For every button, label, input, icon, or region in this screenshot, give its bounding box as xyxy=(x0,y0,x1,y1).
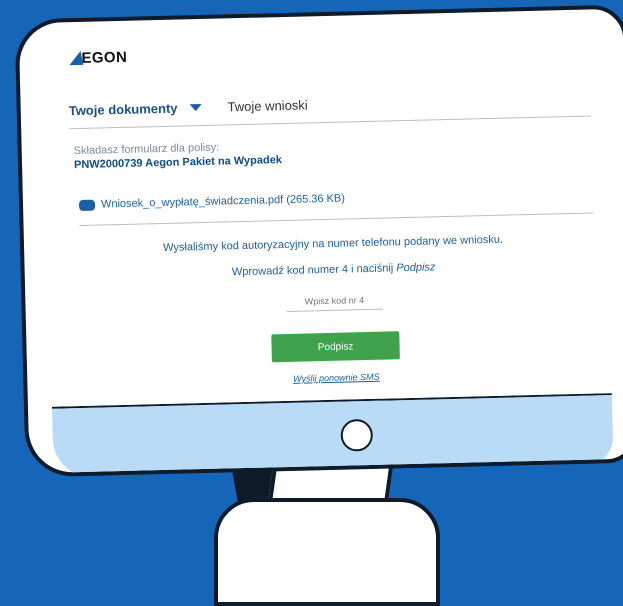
logo-text: EGON xyxy=(81,48,128,67)
paperclip-icon xyxy=(78,199,96,211)
monitor-stand-base xyxy=(214,498,440,606)
code-input[interactable] xyxy=(286,290,383,312)
attachment-link-row[interactable]: Wniosek_o_wypłatę_świadczenia.pdf (265.3… xyxy=(78,182,594,227)
power-button-icon xyxy=(340,418,374,452)
signing-form: EGON Twoje dokumenty Twoje wnioski Skład… xyxy=(67,34,597,390)
resend-sms-link[interactable]: Wyślij ponownie SMS xyxy=(75,366,597,389)
chevron-down-icon xyxy=(189,103,202,111)
instruction-text: Wprowadź kod numer 4 i naciśnij xyxy=(231,262,394,279)
monitor-chin xyxy=(51,393,614,478)
monitor-illustration: EGON Twoje dokumenty Twoje wnioski Skład… xyxy=(0,0,623,606)
tab-label: Twoje dokumenty xyxy=(68,100,178,118)
policy-info: Składasz formularz dla polisy: PNW200073… xyxy=(74,132,592,172)
aegon-logo: EGON xyxy=(69,34,589,71)
document-tabs: Twoje dokumenty Twoje wnioski xyxy=(68,85,592,130)
sign-button[interactable]: Podpisz xyxy=(271,331,400,363)
monitor-frame: EGON Twoje dokumenty Twoje wnioski Skład… xyxy=(14,4,623,478)
sms-message: Wysłaliśmy kod autoryzacyjny na numer te… xyxy=(163,233,504,254)
tab-twoje-dokumenty[interactable]: Twoje dokumenty xyxy=(69,100,202,118)
sms-instruction: Wprowadź kod numer 4 i naciśnij Podpisz xyxy=(73,257,595,282)
attachment-link[interactable]: Wniosek_o_wypłatę_świadczenia.pdf (265.3… xyxy=(101,193,345,211)
tab-twoje-wnioski[interactable]: Twoje wnioski xyxy=(227,97,308,114)
instruction-action: Podpisz xyxy=(396,261,436,275)
